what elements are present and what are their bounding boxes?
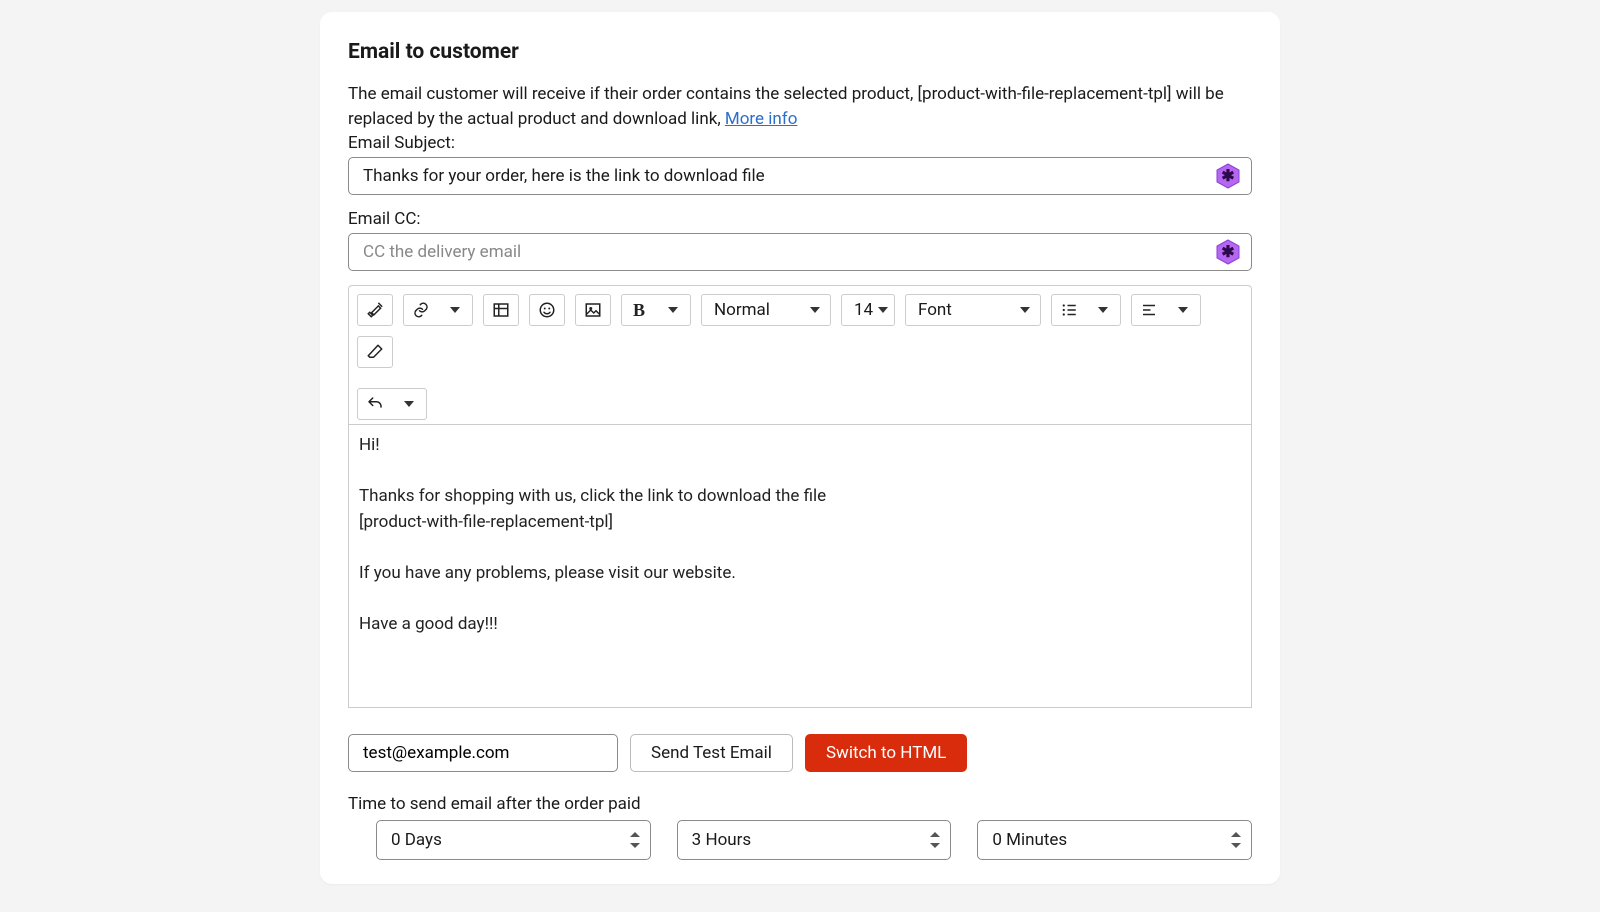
list-tool[interactable] <box>1051 294 1121 326</box>
table-tool[interactable] <box>483 294 519 326</box>
undo-dropdown-icon <box>392 389 426 419</box>
link-dropdown-icon <box>438 295 472 325</box>
hours-select[interactable]: 3 Hours <box>677 820 952 860</box>
highlight-icon <box>358 295 392 325</box>
select-arrows-icon <box>1231 832 1241 848</box>
select-arrows-icon <box>930 832 940 848</box>
subject-field-wrap: ✱ <box>348 157 1252 195</box>
link-tool[interactable] <box>403 294 473 326</box>
cc-label: Email CC: <box>348 209 1252 229</box>
link-icon <box>404 295 438 325</box>
editor-line: [product-with-file-replacement-tpl] <box>359 510 1241 536</box>
editor-toolbar: B Normal 14 Font <box>349 286 1251 425</box>
clear-format-tool[interactable] <box>357 336 393 368</box>
align-icon <box>1132 295 1166 325</box>
select-arrows-icon <box>630 832 640 848</box>
font-size-value: 14 <box>854 300 873 320</box>
bold-dropdown-icon <box>656 295 690 325</box>
time-row: 0 Days 3 Hours 0 Minutes <box>348 820 1252 860</box>
days-value: 0 Days <box>391 830 442 850</box>
minutes-select[interactable]: 0 Minutes <box>977 820 1252 860</box>
minutes-value: 0 Minutes <box>992 830 1067 850</box>
svg-text:✱: ✱ <box>1221 166 1234 185</box>
section-title: Email to customer <box>348 40 1252 64</box>
list-dropdown-icon <box>1086 295 1120 325</box>
align-tool[interactable] <box>1131 294 1201 326</box>
editor-line <box>359 535 1241 561</box>
switch-html-button[interactable]: Switch to HTML <box>805 734 967 772</box>
section-description: The email customer will receive if their… <box>348 82 1252 131</box>
list-icon <box>1052 295 1086 325</box>
editor-line <box>359 586 1241 612</box>
svg-text:✱: ✱ <box>1221 242 1234 261</box>
image-tool[interactable] <box>575 294 611 326</box>
hours-value: 3 Hours <box>692 830 752 850</box>
more-info-link[interactable]: More info <box>725 109 798 129</box>
image-icon <box>576 295 610 325</box>
table-icon <box>484 295 518 325</box>
font-size-select[interactable]: 14 <box>841 294 895 326</box>
undo-tool[interactable] <box>357 388 427 420</box>
editor-line <box>359 459 1241 485</box>
cc-input[interactable] <box>348 233 1252 271</box>
subject-label: Email Subject: <box>348 133 1252 153</box>
send-test-button[interactable]: Send Test Email <box>630 734 793 772</box>
rich-text-editor: B Normal 14 Font <box>348 285 1252 708</box>
highlight-tool[interactable] <box>357 294 393 326</box>
emoji-icon <box>530 295 564 325</box>
variable-picker-icon[interactable]: ✱ <box>1214 238 1242 266</box>
font-family-value: Font <box>918 300 952 320</box>
test-email-input[interactable] <box>348 734 618 772</box>
editor-line: Have a good day!!! <box>359 612 1241 638</box>
align-dropdown-icon <box>1166 295 1200 325</box>
editor-line: If you have any problems, please visit o… <box>359 561 1241 587</box>
bold-tool[interactable]: B <box>621 294 691 326</box>
days-select[interactable]: 0 Days <box>376 820 651 860</box>
eraser-icon <box>358 337 392 367</box>
editor-line: Hi! <box>359 433 1241 459</box>
editor-body[interactable]: Hi! Thanks for shopping with us, click t… <box>349 425 1251 707</box>
bold-icon: B <box>622 295 656 325</box>
undo-icon <box>358 389 392 419</box>
emoji-tool[interactable] <box>529 294 565 326</box>
variable-picker-icon[interactable]: ✱ <box>1214 162 1242 190</box>
format-select[interactable]: Normal <box>701 294 831 326</box>
email-settings-card: Email to customer The email customer wil… <box>320 12 1280 884</box>
font-family-select[interactable]: Font <box>905 294 1041 326</box>
format-value: Normal <box>714 300 770 320</box>
cc-field-wrap: ✱ <box>348 233 1252 271</box>
time-label: Time to send email after the order paid <box>348 794 1252 814</box>
test-email-row: Send Test Email Switch to HTML <box>348 734 1252 772</box>
subject-input[interactable] <box>348 157 1252 195</box>
editor-line: Thanks for shopping with us, click the l… <box>359 484 1241 510</box>
